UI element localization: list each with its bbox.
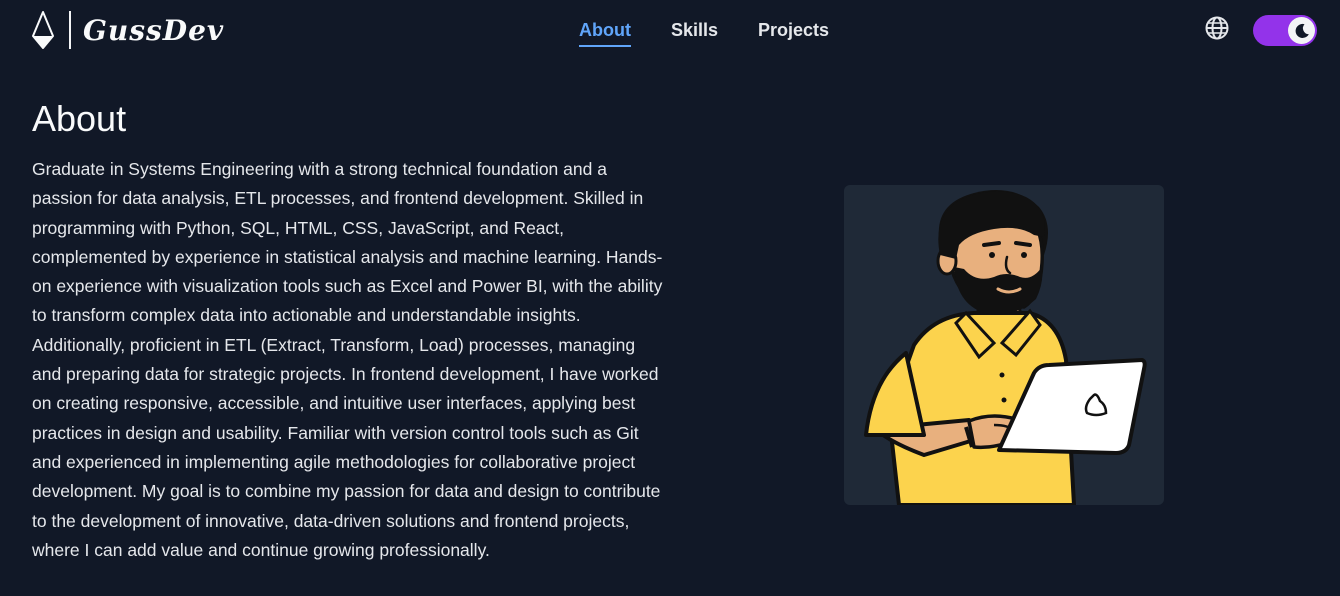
language-button[interactable] [1205, 16, 1229, 40]
brand-name: GussDev [83, 13, 225, 47]
toggle-knob [1288, 17, 1315, 44]
section-title: About [32, 98, 127, 139]
nav-link-projects[interactable]: Projects [758, 20, 829, 47]
main-nav: About Skills Projects [579, 20, 829, 47]
moon-icon [1295, 23, 1309, 38]
nav-link-about[interactable]: About [579, 20, 631, 47]
navbar: GussDev About Skills Projects [0, 0, 1340, 62]
logo-divider [69, 11, 71, 49]
brand-logo[interactable]: GussDev [31, 11, 224, 49]
about-description: Graduate in Systems Engineering with a s… [32, 159, 663, 560]
diamond-logo-icon [32, 11, 54, 49]
profile-illustration [844, 185, 1164, 505]
theme-toggle[interactable] [1253, 15, 1317, 46]
nav-link-skills[interactable]: Skills [671, 20, 718, 47]
globe-icon [1205, 16, 1229, 40]
developer-illustration [864, 190, 1147, 505]
